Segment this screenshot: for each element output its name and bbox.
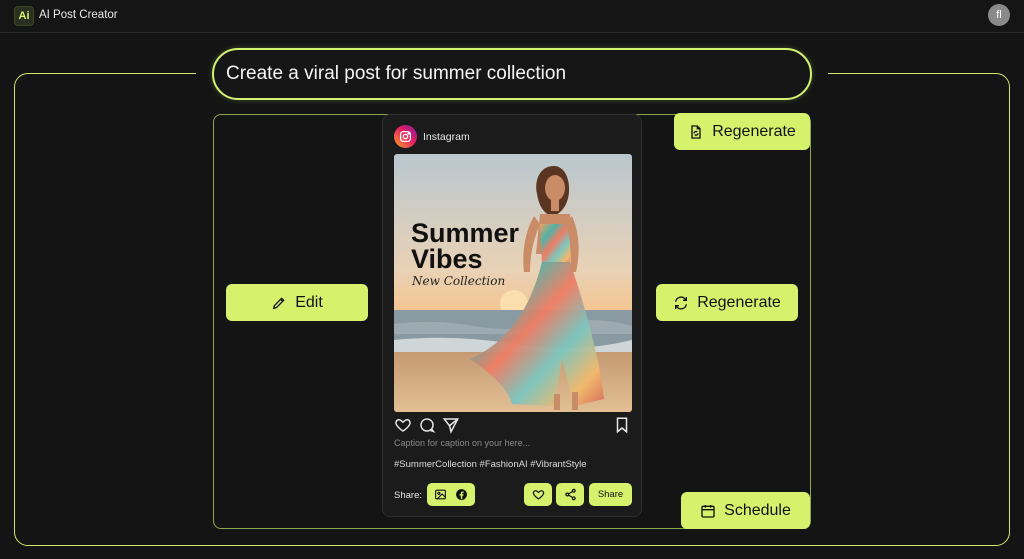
image-icon[interactable] (434, 488, 447, 501)
document-refresh-icon (691, 124, 701, 139)
share-button[interactable]: Share (589, 483, 632, 506)
prompt-text: Create a viral post for summer collectio… (226, 63, 567, 84)
share-icon-button[interactable] (556, 483, 584, 506)
bookmark-icon[interactable] (613, 416, 631, 434)
schedule-button[interactable]: Schedule (681, 492, 810, 529)
pencil-icon (272, 296, 285, 309)
headline-line-2: Vibes (411, 244, 483, 274)
share-targets-group (427, 483, 475, 506)
calendar-icon (701, 504, 715, 518)
platform-label: Instagram (423, 131, 470, 143)
post-image: Summer Vibes New Collection (394, 154, 632, 412)
refresh-icon (675, 295, 688, 310)
headline-line-1: Summer (411, 218, 520, 248)
post-headline: Summer Vibes (411, 218, 520, 274)
regenerate-button[interactable]: Regenerate (656, 284, 798, 321)
instagram-icon (394, 125, 417, 148)
regenerate-top-button[interactable]: Regenerate (674, 113, 810, 150)
comment-icon[interactable] (418, 416, 436, 434)
share-label: Share: (394, 490, 422, 501)
post-subheadline: New Collection (412, 274, 506, 288)
share-button-label: Share (597, 489, 624, 500)
heart-icon (532, 490, 544, 500)
avatar[interactable]: fl (988, 4, 1010, 26)
app-logo: Ai (14, 6, 34, 26)
facebook-icon[interactable] (455, 488, 468, 501)
schedule-label: Schedule (724, 501, 791, 519)
app-title: AI Post Creator (39, 9, 118, 21)
regenerate-label: Regenerate (697, 293, 781, 311)
caption-placeholder[interactable]: Caption for caption on your here... (394, 438, 530, 448)
edit-button[interactable]: Edit (226, 284, 368, 321)
hashtags: #SummerCollection #FashionAI #VibrantSty… (394, 459, 587, 470)
post-preview-card: Instagram Summer Vibes New Collection Ca… (382, 114, 642, 517)
top-bar: Ai AI Post Creator fl (0, 0, 1024, 33)
edit-label: Edit (295, 293, 323, 311)
send-icon[interactable] (442, 416, 460, 434)
heart-icon[interactable] (394, 416, 412, 434)
share-icon (564, 488, 576, 501)
like-button[interactable] (524, 483, 552, 506)
prompt-input[interactable]: Create a viral post for summer collectio… (212, 48, 812, 100)
regenerate-top-label: Regenerate (712, 122, 796, 140)
